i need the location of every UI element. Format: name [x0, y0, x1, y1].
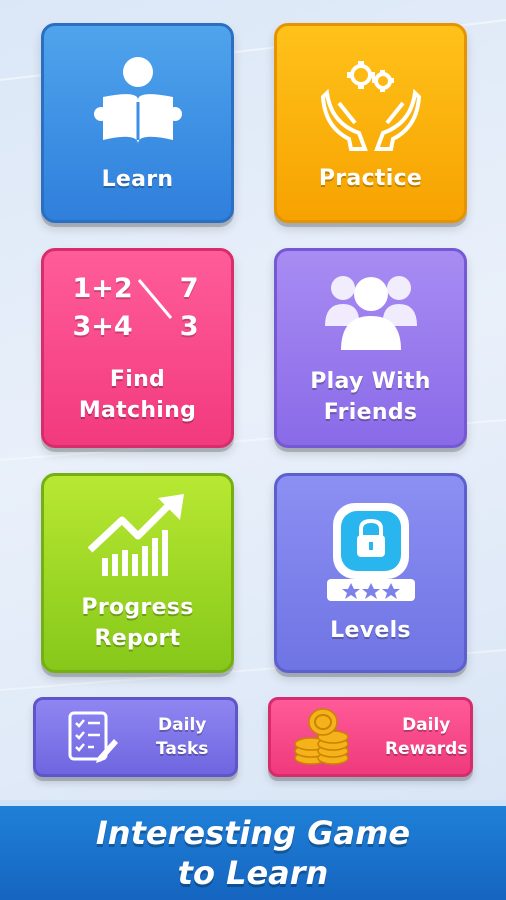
growth-chart-icon	[87, 494, 184, 576]
find-matching-label: Find Matching	[78, 367, 197, 423]
match-line	[137, 279, 172, 319]
reading-student-icon	[93, 56, 182, 144]
checklist-icon	[68, 711, 118, 763]
levels-label: Levels	[330, 617, 411, 643]
play-with-friends-label: Play With Friends	[310, 369, 431, 425]
find-matching-tile[interactable]: 1+2 3+4 7 3 Find Matching	[41, 248, 234, 448]
daily-tasks-label: Daily Tasks	[156, 715, 209, 759]
coins-icon	[294, 708, 349, 765]
promo-banner: Interesting Game to Learn	[0, 800, 506, 900]
group-users-icon	[324, 276, 417, 350]
banner-line-2: to Learn	[177, 854, 329, 892]
hands-gears-icon	[320, 60, 421, 151]
progress-report-tile[interactable]: Progress Report	[41, 473, 234, 673]
levels-tile[interactable]: Levels	[274, 473, 467, 673]
play-with-friends-tile[interactable]: Play With Friends	[274, 248, 467, 448]
match-numbers-icon: 1+2 3+4 7 3	[73, 270, 203, 350]
daily-rewards-button[interactable]: Daily Rewards	[268, 697, 473, 777]
practice-tile[interactable]: Practice	[274, 23, 467, 223]
learn-tile[interactable]: Learn	[41, 23, 234, 223]
daily-rewards-label: Daily Rewards	[385, 715, 468, 759]
locked-level-icon	[326, 502, 415, 601]
practice-label: Practice	[318, 165, 423, 191]
banner-line-1: Interesting Game	[95, 814, 411, 852]
learn-label: Learn	[101, 166, 174, 192]
progress-report-label: Progress Report	[81, 595, 194, 651]
daily-tasks-button[interactable]: Daily Tasks	[33, 697, 238, 777]
